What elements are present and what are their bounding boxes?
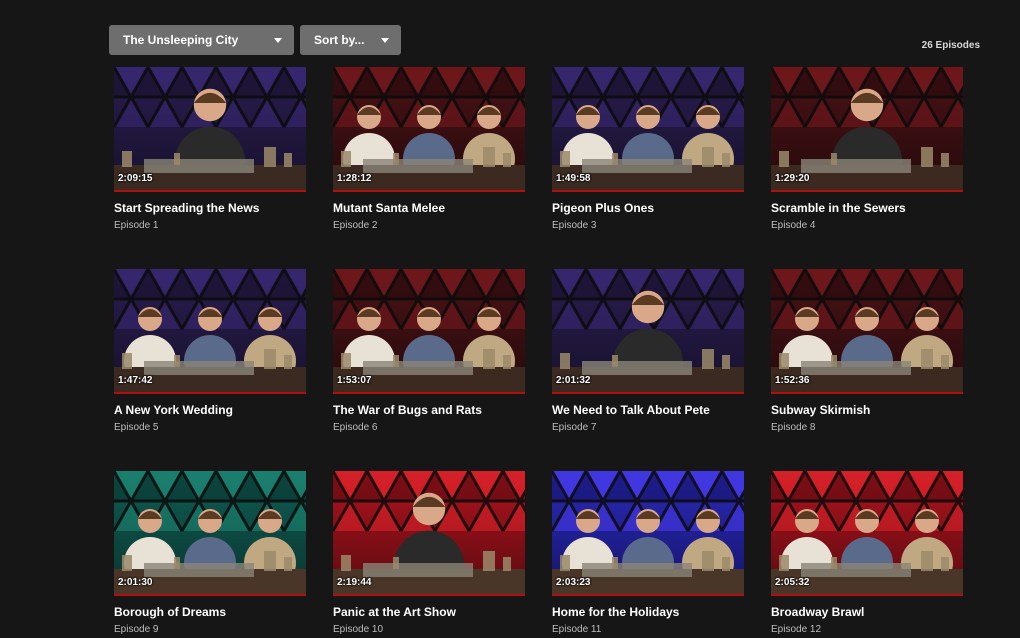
episode-grid: 2:09:15 Start Spreading the News Episode 1…	[0, 0, 1020, 638]
episode-thumbnail[interactable]: 1:53:07	[333, 269, 525, 394]
episode-number: Episode 10	[333, 624, 384, 635]
episode-card[interactable]: 1:53:07 The War of Bugs and Rats Episode 6	[333, 269, 525, 433]
episode-title[interactable]: The War of Bugs and Rats	[333, 403, 525, 417]
episode-duration: 2:01:32	[556, 375, 591, 386]
episode-thumbnail[interactable]: 2:01:32	[552, 269, 744, 394]
episode-number: Episode 8	[771, 422, 816, 433]
episode-duration: 1:28:12	[337, 173, 372, 184]
episode-duration: 1:49:58	[556, 173, 591, 184]
episode-title[interactable]: Scramble in the Sewers	[771, 201, 963, 215]
episode-card[interactable]: 2:05:32 Broadway Brawl Episode 12	[771, 471, 963, 635]
episode-title[interactable]: Start Spreading the News	[114, 201, 306, 215]
episode-thumbnail[interactable]: 1:28:12	[333, 67, 525, 192]
episode-title[interactable]: Borough of Dreams	[114, 605, 306, 619]
episode-card[interactable]: 2:01:30 Borough of Dreams Episode 9	[114, 471, 306, 635]
episode-browser: The Unsleeping City Sort by... 26 Episod…	[0, 0, 1020, 638]
episode-title[interactable]: Pigeon Plus Ones	[552, 201, 744, 215]
episode-card[interactable]: 1:52:36 Subway Skirmish Episode 8	[771, 269, 963, 433]
episode-thumbnail[interactable]: 2:19:44	[333, 471, 525, 596]
episode-card[interactable]: 2:19:44 Panic at the Art Show Episode 10	[333, 471, 525, 635]
episode-title[interactable]: Mutant Santa Melee	[333, 201, 525, 215]
episode-number: Episode 7	[552, 422, 597, 433]
episode-thumbnail[interactable]: 1:49:58	[552, 67, 744, 192]
episode-number: Episode 2	[333, 220, 378, 231]
episode-number: Episode 5	[114, 422, 159, 433]
episode-title[interactable]: Broadway Brawl	[771, 605, 963, 619]
episode-duration: 1:52:36	[775, 375, 810, 386]
episode-number: Episode 1	[114, 220, 159, 231]
episode-card[interactable]: 2:09:15 Start Spreading the News Episode 1	[114, 67, 306, 231]
episode-card[interactable]: 2:03:23 Home for the Holidays Episode 11	[552, 471, 744, 635]
episode-duration: 2:03:23	[556, 577, 591, 588]
episode-title[interactable]: A New York Wedding	[114, 403, 306, 417]
episode-number: Episode 3	[552, 220, 597, 231]
episode-number: Episode 12	[771, 624, 822, 635]
episode-number: Episode 11	[552, 624, 602, 635]
episode-thumbnail[interactable]: 2:05:32	[771, 471, 963, 596]
episode-title[interactable]: Panic at the Art Show	[333, 605, 525, 619]
episode-duration: 1:29:20	[775, 173, 810, 184]
episode-card[interactable]: 1:29:20 Scramble in the Sewers Episode 4	[771, 67, 963, 231]
episode-duration: 2:05:32	[775, 577, 810, 588]
episode-card[interactable]: 1:47:42 A New York Wedding Episode 5	[114, 269, 306, 433]
episode-duration: 2:01:30	[118, 577, 153, 588]
episode-duration: 1:53:07	[337, 375, 372, 386]
episode-thumbnail[interactable]: 2:03:23	[552, 471, 744, 596]
episode-title[interactable]: Subway Skirmish	[771, 403, 963, 417]
episode-duration: 1:47:42	[118, 375, 153, 386]
episode-title[interactable]: Home for the Holidays	[552, 605, 744, 619]
episode-thumbnail[interactable]: 1:52:36	[771, 269, 963, 394]
episode-thumbnail[interactable]: 2:09:15	[114, 67, 306, 192]
episode-title[interactable]: We Need to Talk About Pete	[552, 403, 744, 417]
episode-thumbnail[interactable]: 2:01:30	[114, 471, 306, 596]
episode-card[interactable]: 2:01:32 We Need to Talk About Pete Episode…	[552, 269, 744, 433]
episode-number: Episode 9	[114, 624, 159, 635]
episode-duration: 2:19:44	[337, 577, 372, 588]
episode-duration: 2:09:15	[118, 173, 153, 184]
episode-number: Episode 6	[333, 422, 378, 433]
episode-number: Episode 4	[771, 220, 816, 231]
episode-card[interactable]: 1:28:12 Mutant Santa Melee Episode 2	[333, 67, 525, 231]
episode-thumbnail[interactable]: 1:29:20	[771, 67, 963, 192]
episode-card[interactable]: 1:49:58 Pigeon Plus Ones Episode 3	[552, 67, 744, 231]
episode-thumbnail[interactable]: 1:47:42	[114, 269, 306, 394]
